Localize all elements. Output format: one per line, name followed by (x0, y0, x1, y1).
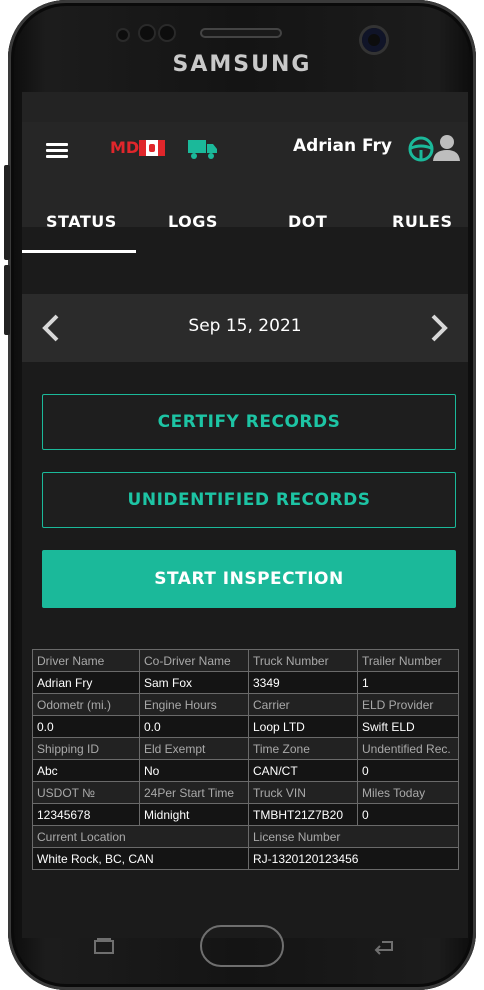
app-screen: MD Adrian Fry STATUS LOGS DOT RULES Sep … (22, 92, 468, 938)
table-cell: Sam Fox (139, 671, 249, 694)
recent-apps-icon[interactable] (94, 938, 114, 954)
person-icon[interactable] (430, 134, 460, 162)
table-cell: White Rock, BC, CAN (32, 847, 249, 870)
table-header-cell: Odometr (mi.) (32, 693, 140, 716)
tab-logs[interactable]: LOGS (168, 212, 218, 231)
tab-bar: STATUS LOGS DOT RULES (22, 198, 468, 248)
table-cell: Swift ELD (357, 715, 459, 738)
chevron-right-icon[interactable] (426, 314, 452, 342)
table-header-cell: Co-Driver Name (139, 649, 249, 672)
table-cell: Loop LTD (248, 715, 358, 738)
driver-info-table: Driver Name Co-Driver Name Truck Number … (32, 649, 459, 870)
earpiece-speaker (200, 28, 282, 38)
table-row: White Rock, BC, CAN RJ-1320120123456 (32, 847, 459, 870)
table-header-cell: Driver Name (32, 649, 140, 672)
table-cell: 12345678 (32, 803, 140, 826)
table-row: 12345678 Midnight TMBHT21Z7B20 0 (32, 803, 459, 826)
table-header-cell: Miles Today (357, 781, 459, 804)
table-cell: 0 (357, 803, 459, 826)
table-row: 0.0 0.0 Loop LTD Swift ELD (32, 715, 459, 738)
table-cell: 0 (357, 759, 459, 782)
start-inspection-button[interactable]: START INSPECTION (42, 550, 456, 608)
table-header-cell: Truck Number (248, 649, 358, 672)
home-button[interactable] (200, 925, 284, 967)
table-header-cell: Eld Exempt (139, 737, 249, 760)
status-bar (22, 92, 468, 122)
table-row: Adrian Fry Sam Fox 3349 1 (32, 671, 459, 694)
table-header-cell: Carrier (248, 693, 358, 716)
table-header-cell: License Number (248, 825, 459, 848)
tab-dot[interactable]: DOT (288, 212, 327, 231)
table-cell: Adrian Fry (32, 671, 140, 694)
table-cell: CAN/CT (248, 759, 358, 782)
table-header-cell: Truck VIN (248, 781, 358, 804)
state-code: MD (110, 138, 140, 157)
volume-button (4, 165, 10, 260)
table-row: Shipping ID Eld Exempt Time Zone Undenti… (32, 737, 459, 760)
table-header-cell: Current Location (32, 825, 249, 848)
table-cell: TMBHT21Z7B20 (248, 803, 358, 826)
table-header-cell: ELD Provider (357, 693, 459, 716)
table-header-cell: Undentified Rec. (357, 737, 459, 760)
back-icon[interactable] (372, 938, 396, 956)
sensor-dot (140, 26, 154, 40)
tab-status[interactable]: STATUS (46, 212, 117, 231)
table-cell: Midnight (139, 803, 249, 826)
table-header-cell: Time Zone (248, 737, 358, 760)
tab-rules[interactable]: RULES (392, 212, 452, 231)
certify-records-button[interactable]: CERTIFY RECORDS (42, 394, 456, 450)
table-cell: Abc (32, 759, 140, 782)
sensor-dot (118, 30, 128, 40)
device-brand: SAMSUNG (172, 52, 312, 77)
table-header-cell: Trailer Number (357, 649, 459, 672)
selected-date: Sep 15, 2021 (188, 316, 302, 336)
table-header-cell: Engine Hours (139, 693, 249, 716)
table-row: Current Location License Number (32, 825, 459, 848)
table-cell: RJ-1320120123456 (248, 847, 459, 870)
table-cell: No (139, 759, 249, 782)
bixby-button (4, 265, 10, 335)
table-cell: 0.0 (139, 715, 249, 738)
table-cell: 0.0 (32, 715, 140, 738)
table-row: Odometr (mi.) Engine Hours Carrier ELD P… (32, 693, 459, 716)
front-camera (362, 28, 386, 52)
sensor-dot (160, 26, 174, 40)
driver-name[interactable]: Adrian Fry (293, 136, 392, 156)
table-row: Abc No CAN/CT 0 (32, 759, 459, 782)
table-row: USDOT № 24Per Start Time Truck VIN Miles… (32, 781, 459, 804)
table-header-cell: Shipping ID (32, 737, 140, 760)
table-cell: 1 (357, 671, 459, 694)
truck-icon (188, 140, 217, 159)
table-cell: 3349 (248, 671, 358, 694)
table-header-cell: 24Per Start Time (139, 781, 249, 804)
table-header-cell: USDOT № (32, 781, 140, 804)
table-row: Driver Name Co-Driver Name Truck Number … (32, 649, 459, 672)
unidentified-records-button[interactable]: UNIDENTIFIED RECORDS (42, 472, 456, 528)
active-tab-indicator (22, 250, 136, 253)
canada-flag-icon (139, 140, 165, 156)
date-navigator: Sep 15, 2021 (22, 294, 468, 362)
menu-icon[interactable] (46, 143, 68, 159)
